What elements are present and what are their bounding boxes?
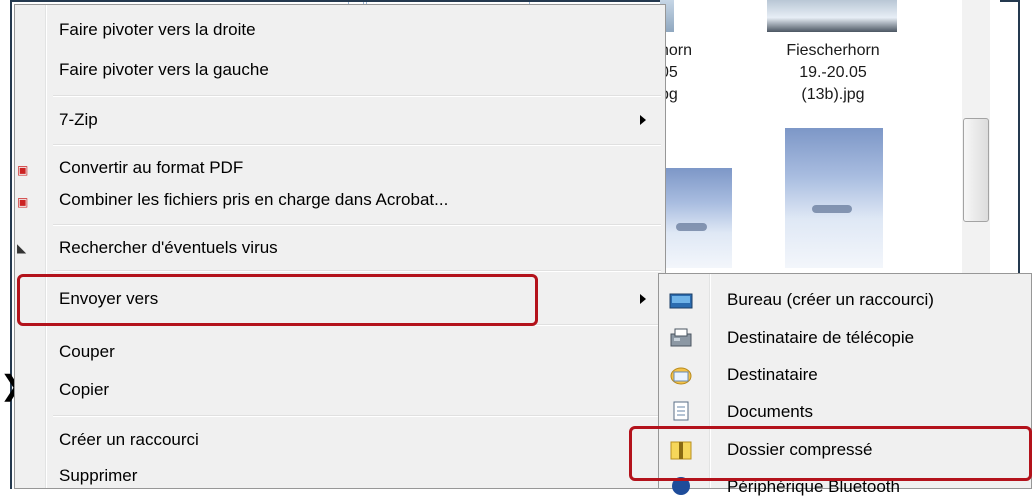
menu-separator: [53, 144, 661, 146]
context-menu: Faire pivoter vers la droite Faire pivot…: [14, 4, 666, 489]
menu-item-7zip[interactable]: 7-Zip: [59, 108, 98, 132]
compressed-folder-icon: [670, 441, 692, 460]
submenu-item-fax[interactable]: Destinataire de télécopie: [727, 326, 914, 350]
documents-icon: [673, 401, 689, 421]
menu-item-create-shortcut[interactable]: Créer un raccourci: [59, 428, 199, 452]
menu-separator: [53, 415, 661, 417]
send-to-submenu: Bureau (créer un raccourci) Destinataire…: [658, 273, 1032, 496]
bluetooth-icon: [672, 477, 690, 495]
submenu-arrow-icon: [640, 294, 646, 304]
submenu-item-mail-recipient[interactable]: Destinataire: [727, 363, 818, 387]
menu-separator: [53, 270, 661, 272]
menu-item-virus-scan[interactable]: Rechercher d'éventuels virus: [59, 236, 278, 260]
fax-icon: [670, 328, 692, 347]
menu-separator: [53, 224, 661, 226]
file-name-right[interactable]: Fiescherhorn 19.-20.05 (13b).jpg: [758, 40, 908, 106]
menu-icon-gutter: [45, 5, 47, 488]
menu-separator: [53, 324, 661, 326]
antivirus-icon: ◣: [17, 241, 27, 255]
menu-item-cut[interactable]: Couper: [59, 340, 115, 364]
menu-separator: [53, 95, 661, 97]
thumbnail-fiescherhorn-top[interactable]: [767, 0, 897, 32]
menu-item-send-to[interactable]: Envoyer vers: [59, 287, 158, 311]
scrollbar-thumb[interactable]: [963, 118, 989, 222]
mail-recipient-icon: [670, 367, 692, 385]
menu-item-rotate-right[interactable]: Faire pivoter vers la droite: [59, 18, 256, 42]
submenu-icon-gutter: [709, 274, 711, 488]
submenu-item-compressed-folder[interactable]: Dossier compressé: [727, 438, 873, 462]
pdf-icon: ▣: [17, 163, 29, 177]
submenu-item-documents[interactable]: Documents: [727, 400, 813, 424]
menu-item-copy[interactable]: Copier: [59, 378, 109, 402]
menu-item-convert-pdf[interactable]: Convertir au format PDF: [59, 156, 243, 180]
menu-item-rotate-left[interactable]: Faire pivoter vers la gauche: [59, 58, 269, 82]
photo-thumbnail-right[interactable]: [785, 128, 883, 268]
submenu-item-bluetooth[interactable]: Périphérique Bluetooth: [727, 475, 900, 499]
desktop-icon: [669, 293, 693, 309]
menu-item-combine-acrobat[interactable]: Combiner les fichiers pris en charge dan…: [59, 188, 448, 212]
submenu-arrow-icon: [640, 115, 646, 125]
submenu-item-desktop[interactable]: Bureau (créer un raccourci): [727, 288, 934, 312]
menu-item-delete[interactable]: Supprimer: [59, 464, 137, 488]
acrobat-combine-icon: ▣: [17, 195, 29, 209]
